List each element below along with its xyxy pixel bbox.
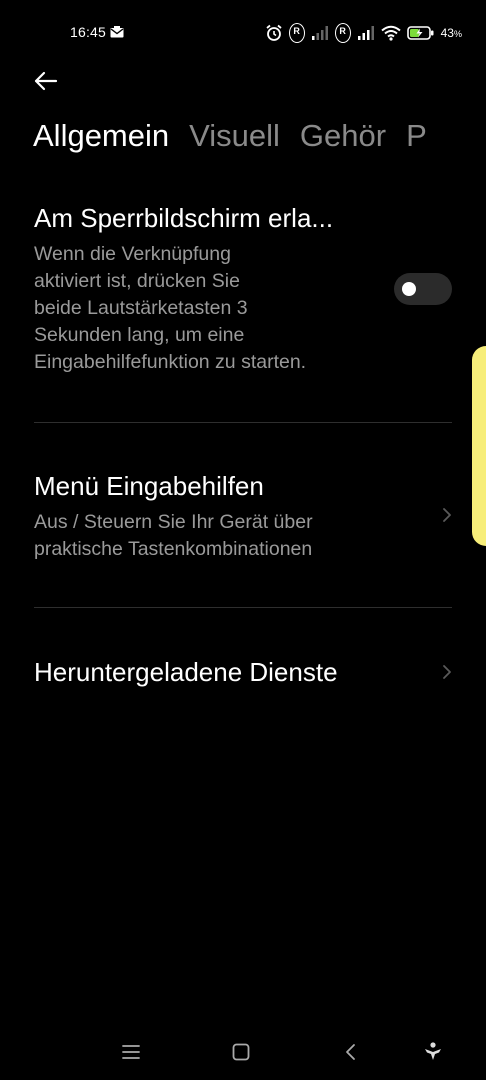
lock-screen-shortcut-toggle[interactable]	[394, 273, 452, 305]
description-line: Sekunden lang, um eine	[34, 324, 245, 346]
arrow-left-icon	[34, 71, 58, 91]
tab-more[interactable]: P	[406, 116, 427, 156]
description-line: aktiviert ist, drücken Sie	[34, 270, 240, 292]
chevron-left-icon	[346, 1044, 355, 1060]
back-button[interactable]	[30, 66, 62, 96]
battery-percent: 43%	[440, 26, 462, 40]
accessibility-button[interactable]	[418, 1040, 448, 1064]
nav-back-button[interactable]	[336, 1040, 366, 1064]
accessibility-person-icon	[425, 1042, 441, 1060]
roaming-icon: R	[288, 23, 305, 43]
status-bar: 16:45 R R 43%	[0, 0, 486, 66]
tab-visuell[interactable]: Visuell	[189, 116, 280, 156]
square-icon	[232, 1043, 250, 1061]
navigation-bar	[0, 1030, 486, 1080]
lock-screen-shortcut-title: Am Sperrbildschirm erla...	[34, 203, 334, 233]
floating-accessibility-handle[interactable]	[472, 346, 486, 546]
toggle-knob	[402, 282, 416, 296]
chevron-right-icon	[443, 665, 451, 679]
status-icons: R R 43%	[265, 22, 462, 44]
description-line: Aus / Steuern Sie Ihr Gerät über	[34, 511, 313, 533]
roaming-icon: R	[334, 23, 351, 43]
tab-bar: Allgemein Visuell Gehör P	[0, 110, 458, 164]
downloaded-services-title: Heruntergeladene Dienste	[34, 657, 338, 687]
chevron-right-icon	[443, 508, 451, 522]
battery-charging-icon	[406, 26, 434, 40]
lock-screen-shortcut-description: Wenn die Verknüpfung aktiviert ist, drüc…	[34, 241, 374, 376]
description-line: Wenn die Verknüpfung	[34, 243, 231, 265]
description-line: praktische Tastenkombinationen	[34, 538, 313, 560]
mail-notification-icon	[110, 26, 124, 38]
hamburger-icon	[122, 1045, 140, 1059]
description-line: beide Lautstärketasten 3	[34, 297, 248, 319]
description-line: Eingabehilfefunktion zu starten.	[34, 351, 307, 373]
signal-icon	[357, 26, 374, 40]
home-button[interactable]	[226, 1040, 256, 1064]
alarm-icon	[266, 24, 282, 41]
recent-apps-button[interactable]	[116, 1040, 146, 1064]
wifi-icon	[380, 25, 401, 41]
divider	[34, 607, 452, 608]
accessibility-menu-description: Aus / Steuern Sie Ihr Gerät über praktis…	[34, 509, 414, 563]
status-time: 16:45	[70, 24, 107, 40]
tab-gehoer[interactable]: Gehör	[300, 116, 386, 156]
accessibility-menu-title: Menü Eingabehilfen	[34, 471, 264, 501]
tab-allgemein[interactable]: Allgemein	[33, 116, 169, 156]
divider	[34, 422, 452, 423]
signal-icon	[311, 26, 328, 40]
